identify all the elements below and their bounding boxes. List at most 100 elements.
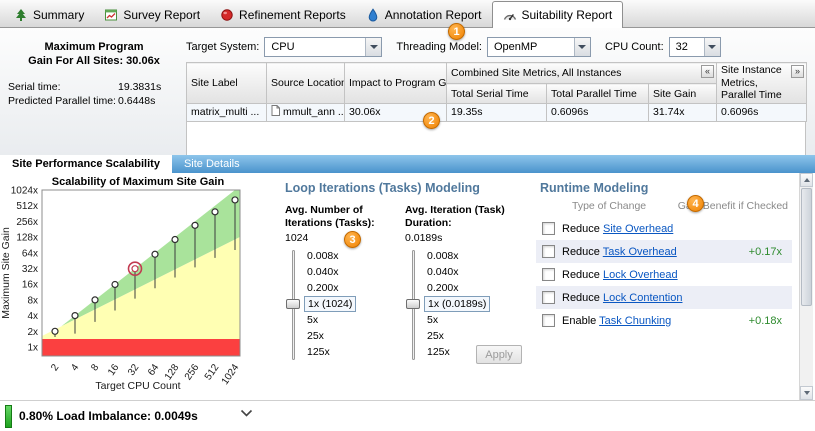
parallel-time-label: Predicted Parallel time: [8, 95, 118, 107]
serial-time-value: 19.3831s [118, 81, 180, 93]
dropdown-arrow-icon[interactable] [365, 38, 381, 56]
scalability-chart[interactable]: 1x2x4x8x16x32x64x128x256x512x1024x248163… [0, 173, 268, 400]
slider-tick-labels: 0.008x 0.040x 0.200x 1x (1024) 5x 25x 12… [304, 248, 356, 362]
svg-text:8: 8 [89, 362, 101, 373]
selected-tick: 1x (1024) [304, 296, 356, 312]
reduce-lock-overhead-checkbox[interactable] [542, 268, 555, 281]
suitability-report-window: Summary Survey Report Refinement Reports… [0, 0, 815, 431]
col-header-site-gain[interactable]: Site Gain [649, 84, 717, 103]
tab-annotation-report[interactable]: Annotation Report [356, 3, 492, 27]
vertical-scrollbar[interactable] [799, 173, 813, 400]
lock-overhead-link[interactable]: Lock Overhead [603, 269, 678, 281]
col-header-impact[interactable]: Impact to Program Gain [345, 63, 447, 104]
group-header-combined-metrics[interactable]: Combined Site Metrics, All Instances « [447, 63, 717, 84]
load-imbalance-bar-icon [5, 405, 12, 428]
apply-button[interactable]: Apply [476, 345, 522, 364]
col-header-total-parallel[interactable]: Total Parallel Time [547, 84, 649, 103]
iterations-slider[interactable]: 0.008x 0.040x 0.200x 1x (1024) 5x 25x 12… [285, 248, 403, 362]
svg-text:1024: 1024 [220, 362, 242, 387]
duration-label: Avg. Iteration (Task) Duration: [405, 204, 523, 230]
cell-site-gain: 31.74x [649, 103, 717, 121]
svg-text:Target CPU Count: Target CPU Count [95, 380, 180, 392]
tab-summary[interactable]: Summary [4, 3, 94, 27]
svg-text:4x: 4x [27, 311, 38, 322]
down-arrow-icon [804, 391, 810, 395]
dropdown-arrow-icon[interactable] [574, 38, 590, 56]
tab-survey-report[interactable]: Survey Report [94, 3, 210, 27]
svg-text:16x: 16x [22, 280, 38, 291]
time-summary: Serial time: 19.3831s Predicted Parallel… [8, 81, 180, 107]
loop-modeling-panel: Loop Iterations (Tasks) Modeling Avg. Nu… [272, 173, 530, 400]
task-overhead-link[interactable]: Task Overhead [603, 246, 677, 258]
scalability-chart-panel: 1x2x4x8x16x32x64x128x256x512x1024x248163… [0, 173, 268, 400]
callout-badge-4: 4 [687, 195, 704, 212]
source-file-icon [271, 105, 280, 119]
tab-label: Annotation Report [385, 8, 482, 22]
svg-text:8x: 8x [27, 295, 38, 306]
threading-model-select[interactable]: OpenMP [487, 37, 591, 57]
runtime-row-lock-contention: Reduce Lock Contention [536, 286, 792, 309]
scrollbar-thumb[interactable] [801, 188, 812, 306]
col-header-total-serial[interactable]: Total Serial Time [447, 84, 547, 103]
tab-refinement-reports[interactable]: Refinement Reports [210, 3, 356, 27]
iterations-modeling: Avg. Number of Iterations (Tasks): 1024 … [285, 204, 403, 362]
target-system-label: Target System: [186, 41, 259, 53]
serial-time-label: Serial time: [8, 81, 118, 93]
duration-slider-track[interactable] [405, 248, 422, 362]
dropdown-arrow-icon[interactable] [704, 38, 720, 56]
lock-contention-link[interactable]: Lock Contention [603, 292, 683, 304]
site-overhead-link[interactable]: Site Overhead [603, 223, 673, 235]
collapse-columns-button[interactable]: « [701, 65, 714, 78]
runtime-row-task-chunking: Enable Task Chunking +0.18x [536, 309, 792, 332]
sites-table: Site Label Source Location Impact to Pro… [186, 62, 806, 158]
cell-total-parallel: 0.6096s [547, 103, 649, 121]
reduce-lock-contention-checkbox[interactable] [542, 291, 555, 304]
enable-task-chunking-checkbox[interactable] [542, 314, 555, 327]
subtab-site-performance-scalability[interactable]: Site Performance Scalability [0, 155, 172, 173]
svg-text:2: 2 [49, 362, 61, 373]
group-header-instance-metrics[interactable]: Site Instance Metrics, Parallel Time » [717, 63, 807, 104]
table-empty-area [186, 122, 806, 158]
reduce-task-overhead-checkbox[interactable] [542, 245, 555, 258]
target-system-control: Target System: CPU [186, 37, 382, 57]
task-chunking-link[interactable]: Task Chunking [599, 315, 671, 327]
load-imbalance-text: 0.80% Load Imbalance: 0.0049s [19, 409, 198, 423]
iterations-label: Avg. Number of Iterations (Tasks): [285, 204, 403, 230]
reduce-site-overhead-checkbox[interactable] [542, 222, 555, 235]
svg-text:16: 16 [106, 362, 122, 378]
expand-columns-button[interactable]: » [791, 65, 804, 78]
cpu-count-select[interactable]: 32 [669, 37, 721, 57]
program-gain-summary: Maximum Program Gain For All Sites: 30.0… [8, 40, 180, 107]
svg-text:2x: 2x [27, 327, 38, 338]
callout-badge-2: 2 [423, 112, 440, 129]
runtime-rows: Reduce Site Overhead Reduce Task Overhea… [536, 217, 792, 332]
svg-text:32x: 32x [22, 264, 38, 275]
annotation-drop-icon [366, 8, 380, 22]
svg-text:Maximum Site Gain: Maximum Site Gain [0, 227, 12, 319]
subtab-site-details[interactable]: Site Details [172, 155, 252, 173]
threading-model-control: Threading Model: OpenMP [396, 37, 591, 57]
tab-suitability-report[interactable]: Suitability Report [492, 1, 624, 28]
svg-text:512x: 512x [16, 201, 38, 212]
scroll-down-button[interactable] [800, 386, 813, 400]
threading-model-label: Threading Model: [396, 41, 482, 53]
svg-text:256x: 256x [16, 217, 38, 228]
survey-report-icon [104, 8, 118, 22]
tab-label: Summary [33, 8, 84, 22]
suitability-gauge-icon [503, 8, 517, 22]
iterations-slider-thumb[interactable] [286, 299, 300, 309]
parallel-time-value: 0.6448s [118, 95, 180, 107]
svg-text:64x: 64x [22, 248, 38, 259]
col-header-site-label[interactable]: Site Label [187, 63, 267, 104]
target-system-select[interactable]: CPU [264, 37, 382, 57]
col-header-source-location[interactable]: Source Location [267, 63, 345, 104]
tab-label: Suitability Report [522, 8, 613, 22]
site-row[interactable]: matrix_multi ... mmult_ann ... 30.06x 19… [187, 103, 807, 121]
duration-slider-thumb[interactable] [406, 299, 420, 309]
tab-label: Survey Report [123, 8, 200, 22]
status-footer: 0.80% Load Imbalance: 0.0049s [0, 400, 815, 431]
duration-modeling: Avg. Iteration (Task) Duration: 0.0189s … [405, 204, 523, 362]
scroll-up-button[interactable] [800, 173, 813, 187]
chevron-down-icon[interactable] [240, 409, 254, 419]
iterations-slider-track[interactable] [285, 248, 302, 362]
